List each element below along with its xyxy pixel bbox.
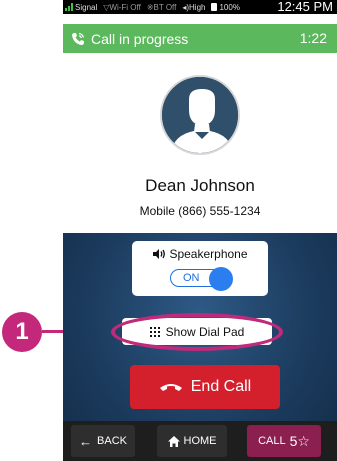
speaker-icon [153, 249, 166, 259]
hang-up-icon [159, 384, 182, 391]
home-button[interactable]: HOME [157, 425, 227, 457]
call-label: CALL [258, 435, 286, 447]
back-button[interactable]: ← BACK [71, 425, 135, 457]
back-label: BACK [97, 435, 127, 447]
speakerphone-toggle[interactable]: ON [170, 267, 233, 291]
call-button[interactable]: CALL 5☆ [247, 425, 321, 457]
end-call-label: End Call [190, 378, 252, 395]
back-arrow-icon: ← [79, 433, 93, 449]
toggle-state-label: ON [183, 272, 200, 284]
toggle-knob [209, 267, 233, 291]
speakerphone-label: Speakerphone [169, 247, 248, 261]
bottom-nav-bar: ← BACK HOME CALL 5☆ [63, 421, 337, 461]
callout-badge: 1 [2, 312, 42, 352]
controls-layer: Speakerphone ON Show Dial Pad End Call ←… [63, 0, 337, 461]
show-dial-pad-label: Show Dial Pad [165, 324, 245, 339]
home-icon [167, 435, 180, 447]
speakerphone-card: Speakerphone ON [132, 241, 268, 296]
call-badge: 5☆ [289, 432, 310, 449]
home-label: HOME [183, 435, 217, 447]
speakerphone-label-row: Speakerphone [132, 247, 268, 261]
show-dial-pad-button[interactable]: Show Dial Pad [122, 318, 272, 345]
end-call-button[interactable]: End Call [130, 365, 280, 409]
dial-pad-icon [149, 326, 160, 337]
